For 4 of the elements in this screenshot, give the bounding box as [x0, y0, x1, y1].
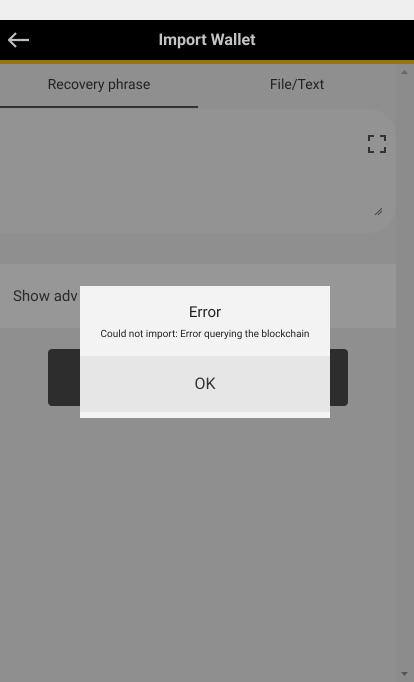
dialog-message: Could not import: Error querying the blockchain: [100, 328, 310, 342]
advanced-options-label: Show adv: [13, 286, 78, 307]
page-title: Import Wallet: [158, 29, 256, 51]
dialog-title: Error: [188, 302, 222, 323]
